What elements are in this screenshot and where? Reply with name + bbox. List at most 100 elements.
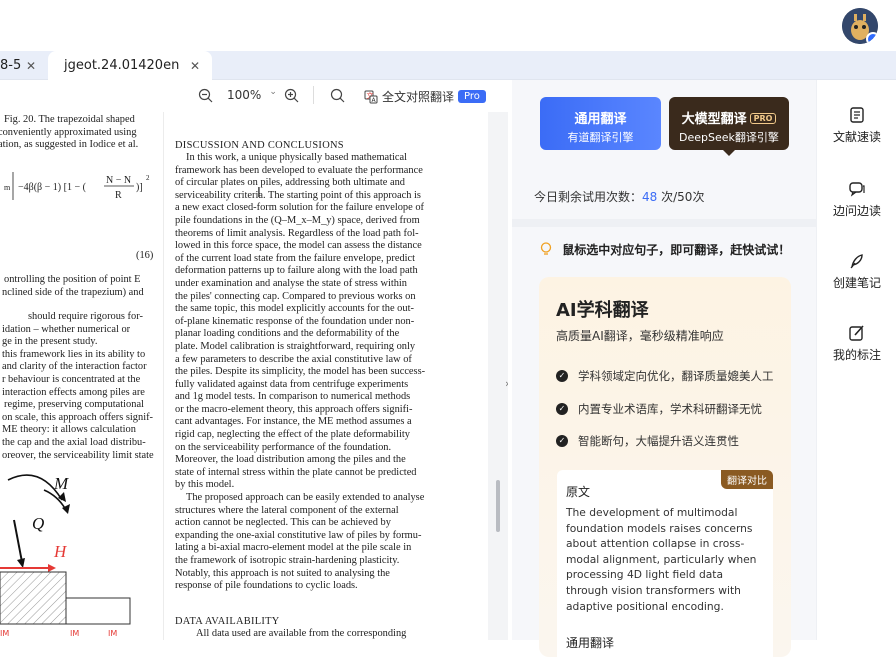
section-body: In this work, a unique physically based … xyxy=(175,152,442,593)
pdf-page-left: Fig. 20. The trapezoidal shaped convenien… xyxy=(0,112,163,640)
tab-previous[interactable]: 8-5 ✕ xyxy=(0,51,48,80)
button-subtitle: DeepSeek翻译引擎 xyxy=(679,131,779,144)
text-line: interaction effects among piles are xyxy=(2,386,145,398)
text-line: state of internal stress within the plat… xyxy=(175,466,417,478)
pile-diagram: IM IM IM xyxy=(0,474,131,638)
top-bar xyxy=(0,0,896,51)
llm-translate-button[interactable]: 大模型翻译 PRO DeepSeek翻译引擎 xyxy=(669,97,789,156)
zoom-level[interactable]: 100% ⌄ xyxy=(227,87,277,102)
text-line: (16) xyxy=(136,250,154,261)
text-line: of circular plates on piles, addressing … xyxy=(175,177,405,189)
compare-tag: 翻译对比 xyxy=(721,470,773,489)
text-line: structures where the lateral component o… xyxy=(175,504,399,516)
feature-item: ✓ 学科领域定向优化，翻译质量媲美人工 xyxy=(556,368,774,384)
lightbulb-icon xyxy=(540,242,552,255)
quota-total: 次/50次 xyxy=(661,190,705,204)
text-line: of the current load state from the failu… xyxy=(175,252,416,264)
collapse-panel-icon[interactable]: » xyxy=(505,377,508,390)
text-line: by this model. xyxy=(175,479,235,491)
button-title: 通用翻译 xyxy=(574,112,627,127)
text-line: idation – whether numerical or xyxy=(2,323,131,335)
text-line: of-plane kinematic response of the found… xyxy=(175,315,415,327)
sidebar-item-quick-read[interactable]: 文献速读 xyxy=(817,106,896,145)
text-line: fully validated against data from centri… xyxy=(175,378,409,390)
chevron-down-icon: ⌄ xyxy=(269,87,277,97)
feature-item: ✓ 智能断句，大幅提升语义连贯性 xyxy=(556,433,739,449)
text-line: rigid cap, neglecting the effect of the … xyxy=(175,429,410,441)
feature-item: ✓ 内置专业术语库，学术科研翻译无忧 xyxy=(556,401,762,417)
card-subtitle: 高质量AI翻译，毫秒级精准响应 xyxy=(556,329,724,343)
svg-text:IM: IM xyxy=(0,629,9,638)
sidebar-item-ask-while-reading[interactable]: 边问边读 xyxy=(817,180,896,219)
text-line: cant advantages. For instance, the ME me… xyxy=(175,416,412,428)
right-sidebar: 文献速读 边问边读 创建笔记 我的标注 xyxy=(816,80,896,640)
text-line: lowed in this force space, the model can… xyxy=(175,240,422,252)
original-label: 原文 xyxy=(566,485,591,499)
svg-text:IM: IM xyxy=(108,629,117,638)
quota-count: 48 xyxy=(642,190,658,204)
toolbar-divider xyxy=(313,86,314,104)
text-line: oreover, the serviceability limit state xyxy=(2,449,154,461)
text-line: on scale, this approach offers signif- xyxy=(2,411,154,423)
text-line: regime, preserving computational xyxy=(4,399,144,411)
diagram-label-m: M xyxy=(54,474,69,493)
zoom-in-icon[interactable] xyxy=(284,88,299,103)
text-line: the piles' connecting cap. Compared to p… xyxy=(175,290,416,302)
check-icon: ✓ xyxy=(556,403,568,415)
pro-badge: PRO xyxy=(749,113,777,124)
close-icon[interactable]: ✕ xyxy=(190,59,200,73)
text-line: Notably, this approach is not suited to … xyxy=(175,567,390,579)
tab-current[interactable]: jgeot.24.01420en ✕ xyxy=(48,51,212,80)
tip-row: 鼠标选中对应句子，即可翻译，赶快试试！ xyxy=(540,241,790,258)
translate-icon: 文A xyxy=(364,90,378,104)
section-heading: DISCUSSION AND CONCLUSIONS xyxy=(175,140,344,151)
text-line: nclined side of the trapezium) and xyxy=(2,286,144,298)
check-icon: ✓ xyxy=(556,435,568,447)
text-line: framework has been developed to evaluate… xyxy=(175,164,423,176)
tip-text: 鼠标选中对应句子，即可翻译，赶快试试！ xyxy=(562,243,791,257)
vip-badge xyxy=(866,32,878,44)
text-line: planar loading conditions and the deform… xyxy=(175,328,400,340)
text-cursor-icon: I xyxy=(257,186,261,201)
svg-text:−4β(β − 1) [1 − (: −4β(β − 1) [1 − ( xyxy=(18,182,87,193)
general-translate-button[interactable]: 通用翻译 有道翻译引擎 xyxy=(540,97,661,150)
text-line: ME theory: it allows calculation xyxy=(2,424,136,436)
text-line: The proposed approach can be easily exte… xyxy=(186,492,425,504)
pdf-viewer[interactable]: Fig. 20. The trapezoidal shaped convenien… xyxy=(0,112,508,640)
quota-label: 今日剩余试用次数： xyxy=(534,190,643,204)
svg-text:R: R xyxy=(115,190,122,201)
edit-icon xyxy=(849,325,864,341)
diagram-label-h: H xyxy=(54,542,67,561)
search-icon[interactable] xyxy=(330,88,345,103)
feature-text: 学科领域定向优化，翻译质量媲美人工 xyxy=(578,369,774,383)
svg-text:N − N: N − N xyxy=(106,175,131,186)
text-line: action cannot be neglected. This can be … xyxy=(175,517,391,529)
general-translate-label: 通用翻译 xyxy=(566,636,615,650)
check-icon: ✓ xyxy=(556,370,568,382)
divider xyxy=(512,219,816,227)
tab-label: jgeot.24.01420en xyxy=(64,58,180,73)
zoom-out-icon[interactable] xyxy=(198,88,213,103)
card-title: AI学科翻译 xyxy=(556,300,649,321)
text-line: theorems of limit analysis. Regardless o… xyxy=(175,227,419,239)
section-body-data: All data used are available from the cor… xyxy=(196,628,407,639)
sidebar-item-create-note[interactable]: 创建笔记 xyxy=(817,252,896,291)
full-text-translate-button[interactable]: 文A 全文对照翻译 Pro xyxy=(364,88,486,105)
document-read-icon xyxy=(850,107,864,123)
text-line: deformation patterns up to failure along… xyxy=(175,265,418,277)
text-line: expanding the one-axial constitutive law… xyxy=(175,529,422,541)
text-line: under examination and analyse the state … xyxy=(175,277,407,289)
text-line: plate. Model calibration is straightforw… xyxy=(175,340,416,352)
translation-compare-box: 翻译对比 原文 The development of multimodal fo… xyxy=(557,470,773,657)
sidebar-item-my-annotations[interactable]: 我的标注 xyxy=(817,324,896,363)
close-icon[interactable]: ✕ xyxy=(26,59,36,73)
text-line: ge in the present study. xyxy=(2,336,98,348)
text-line: on the serviceability performance of the… xyxy=(175,441,392,453)
svg-text:2: 2 xyxy=(146,174,150,182)
svg-text:)]: )] xyxy=(136,182,143,193)
sidebar-label: 创建笔记 xyxy=(832,276,881,290)
text-line: r behaviour is concentrated at the xyxy=(2,374,141,385)
scrollbar-thumb[interactable] xyxy=(496,480,500,532)
avatar[interactable] xyxy=(842,8,878,44)
formula: m −4β(β − 1) [1 − ( N − N R )] 2 xyxy=(4,172,150,201)
